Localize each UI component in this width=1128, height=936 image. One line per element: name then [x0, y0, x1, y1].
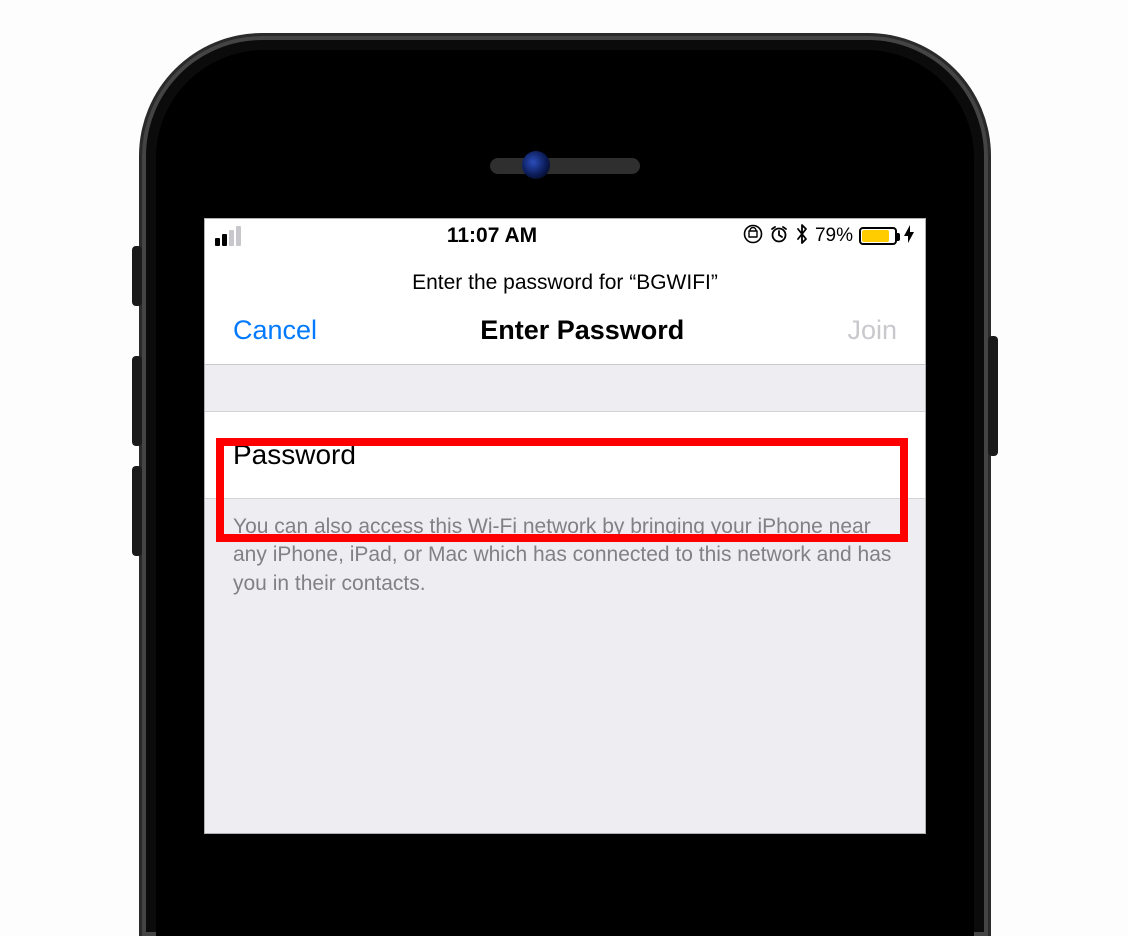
bluetooth-icon [795, 223, 809, 250]
join-button[interactable]: Join [847, 315, 897, 346]
mute-switch[interactable] [132, 246, 142, 306]
screen: 11:07 AM 79% Enter the password for “BGW… [204, 218, 926, 834]
signal-icon [215, 226, 241, 246]
orientation-lock-icon [743, 224, 763, 249]
status-time: 11:07 AM [447, 224, 537, 248]
battery-icon [859, 227, 897, 245]
section-spacer [205, 365, 925, 411]
nav-bar: Cancel Enter Password Join [205, 305, 925, 365]
password-row[interactable]: Password [205, 411, 925, 499]
earpiece-speaker [490, 158, 640, 174]
battery-percent: 79% [815, 225, 853, 247]
password-label: Password [233, 439, 356, 471]
volume-up-button[interactable] [132, 356, 142, 446]
wifi-password-prompt: Enter the password for “BGWIFI” [205, 253, 925, 305]
status-bar: 11:07 AM 79% [205, 219, 925, 253]
volume-down-button[interactable] [132, 466, 142, 556]
alarm-icon [769, 224, 789, 249]
cancel-button[interactable]: Cancel [233, 315, 317, 346]
password-input[interactable] [374, 439, 897, 471]
front-camera [522, 151, 550, 179]
page-title: Enter Password [480, 315, 684, 346]
power-button[interactable] [988, 336, 998, 456]
charging-icon [903, 224, 915, 249]
wifi-share-help-text: You can also access this Wi-Fi network b… [205, 499, 925, 598]
